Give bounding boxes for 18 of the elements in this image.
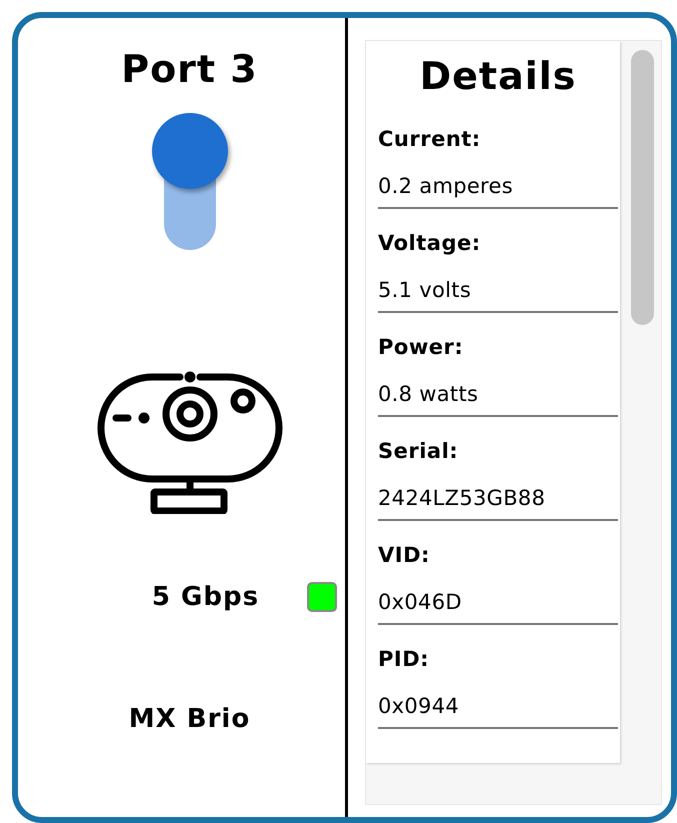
device-name: MX Brio	[128, 704, 250, 734]
speed-label: 5 Gbps	[152, 582, 260, 612]
detail-label: Power:	[378, 334, 464, 361]
detail-label: PID:	[378, 646, 430, 673]
detail-value: 0x046D	[378, 589, 463, 616]
details-title: Details	[418, 53, 578, 99]
detail-value: 0.8 watts	[378, 381, 480, 408]
detail-label: Voltage:	[378, 230, 482, 257]
detail-label: Current:	[378, 126, 482, 153]
detail-label: Serial:	[378, 438, 460, 465]
port-title: Port 3	[121, 46, 258, 92]
detail-label: VID:	[378, 542, 431, 569]
detail-value: 0x0944	[378, 693, 460, 720]
detail-value: 0.2 amperes	[378, 173, 514, 200]
detail-value: 2424LZ53GB88	[378, 485, 546, 512]
power-toggle[interactable]	[152, 113, 228, 250]
detail-value: 5.1 volts	[378, 277, 472, 304]
scrollbar-thumb[interactable]	[631, 50, 654, 325]
